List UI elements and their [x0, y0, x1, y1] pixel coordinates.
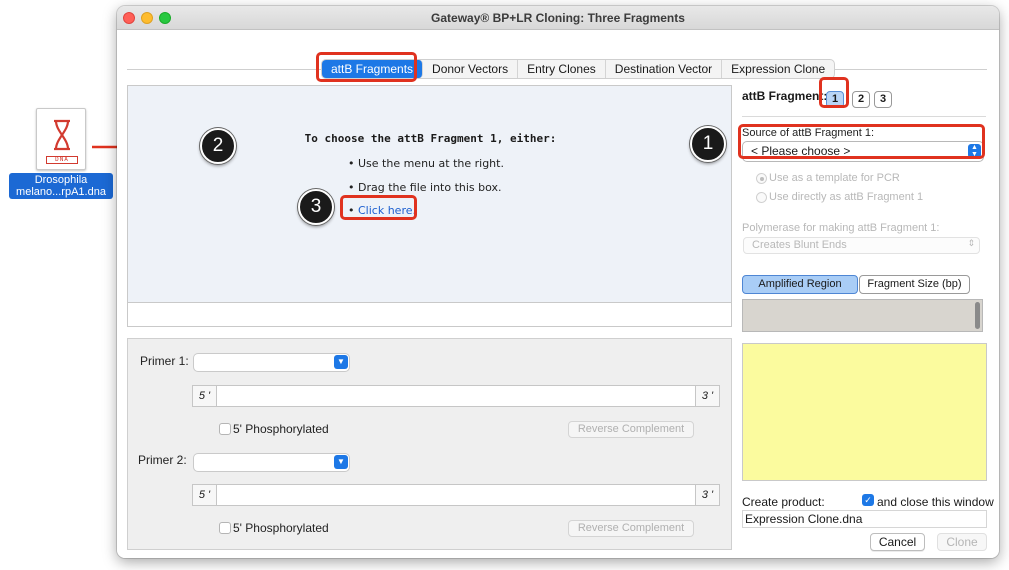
polymerase-value: Creates Blunt Ends — [752, 239, 847, 251]
cancel-button[interactable]: Cancel — [870, 533, 925, 551]
file-name-line2: melano...rpA1.dna — [16, 186, 106, 198]
fragment-size-segment[interactable]: Fragment Size (bp) — [859, 275, 970, 294]
primer2-sequence-field[interactable]: 5 ' 3 ' — [192, 484, 720, 506]
fragment-button-highlight — [819, 77, 849, 108]
fragment-preview-area — [742, 343, 987, 481]
tab-destination-vector[interactable]: Destination Vector — [606, 60, 723, 78]
close-window-label: and close this window — [877, 495, 994, 509]
tab-highlight — [316, 52, 417, 82]
primer2-phosphorylated-label: 5' Phosphorylated — [233, 521, 329, 535]
window-content: attB Fragments Donor Vectors Entry Clone… — [117, 30, 999, 558]
fragment-2-button[interactable]: 2 — [852, 91, 870, 108]
close-window-button[interactable] — [123, 12, 135, 24]
primer1-phosphorylated-checkbox[interactable] — [219, 423, 231, 435]
three-prime-label: 3 ' — [695, 485, 719, 505]
instruction-drag: • Drag the file into this box. — [348, 181, 502, 194]
three-prime-label: 3 ' — [695, 386, 719, 406]
clone-button[interactable]: Clone — [937, 533, 987, 551]
use-directly-label: Use directly as attB Fragment 1 — [769, 191, 924, 203]
polymerase-label: Polymerase for making attB Fragment 1: — [742, 222, 940, 234]
primer1-sequence-field[interactable]: 5 ' 3 ' — [192, 385, 720, 407]
template-pcr-radio[interactable] — [756, 173, 767, 184]
chevron-down-icon: ▼ — [334, 455, 348, 469]
use-directly-radio[interactable] — [756, 192, 767, 203]
window-title: Gateway® BP+LR Cloning: Three Fragments — [431, 11, 685, 25]
instruction-menu: • Use the menu at the right. — [348, 157, 504, 170]
zoom-window-button[interactable] — [159, 12, 171, 24]
tab-expression-clone[interactable]: Expression Clone — [722, 60, 834, 78]
attb-fragment-label: attB Fragment: — [742, 89, 828, 103]
primer-panel: Primer 1: ▼ 5 ' 3 ' 5' Phosphorylated Re… — [127, 338, 732, 550]
primer2-reverse-complement-button[interactable]: Reverse Complement — [568, 520, 694, 537]
amplified-region-segment[interactable]: Amplified Region — [742, 275, 858, 294]
five-prime-label: 5 ' — [193, 386, 217, 406]
create-product-label: Create product: — [742, 495, 825, 509]
dna-file-icon[interactable]: DNA — [36, 108, 86, 170]
region-list[interactable] — [742, 299, 983, 332]
product-name-input[interactable]: Expression Clone.dna — [742, 510, 987, 528]
region-scrollbar[interactable] — [975, 302, 980, 329]
primer1-select[interactable]: ▼ — [194, 354, 349, 371]
file-name-label[interactable]: Drosophila melano...rpA1.dna — [9, 173, 113, 199]
dna-badge: DNA — [46, 156, 78, 164]
tab-donor-vectors[interactable]: Donor Vectors — [423, 60, 519, 78]
title-bar: Gateway® BP+LR Cloning: Three Fragments — [117, 6, 999, 30]
cloning-window: Gateway® BP+LR Cloning: Three Fragments … — [117, 6, 999, 558]
click-here-highlight — [340, 195, 417, 220]
primer2-label: Primer 2: — [138, 453, 187, 467]
template-pcr-label: Use as a template for PCR — [769, 172, 900, 184]
polymerase-select[interactable]: Creates Blunt Ends ⇕ — [743, 237, 980, 254]
up-down-chevron-icon: ⇕ — [967, 238, 975, 248]
fragment-3-button[interactable]: 3 — [874, 91, 892, 108]
callout-1: 1 — [690, 126, 726, 162]
instruction-menu-text: Use the menu at the right. — [358, 157, 504, 170]
callout-2: 2 — [200, 128, 236, 164]
fragment-drop-area[interactable]: To choose the attB Fragment 1, either: •… — [127, 85, 732, 303]
primer1-label: Primer 1: — [140, 354, 189, 368]
drop-area-footer — [127, 303, 732, 327]
file-name-line1: Drosophila — [34, 174, 88, 186]
primer2-select[interactable]: ▼ — [194, 454, 349, 471]
five-prime-label: 5 ' — [193, 485, 217, 505]
callout-3: 3 — [298, 189, 334, 225]
dna-helix-icon — [54, 119, 70, 151]
primer2-phosphorylated-checkbox[interactable] — [219, 522, 231, 534]
close-window-checkbox[interactable]: ✓ — [862, 494, 874, 506]
separator — [742, 116, 986, 117]
primer1-phosphorylated-label: 5' Phosphorylated — [233, 422, 329, 436]
instruction-drag-text: Drag the file into this box. — [358, 181, 502, 194]
tab-entry-clones[interactable]: Entry Clones — [518, 60, 606, 78]
primer1-reverse-complement-button[interactable]: Reverse Complement — [568, 421, 694, 438]
minimize-window-button[interactable] — [141, 12, 153, 24]
chevron-down-icon: ▼ — [334, 355, 348, 369]
source-select-highlight — [738, 124, 985, 159]
